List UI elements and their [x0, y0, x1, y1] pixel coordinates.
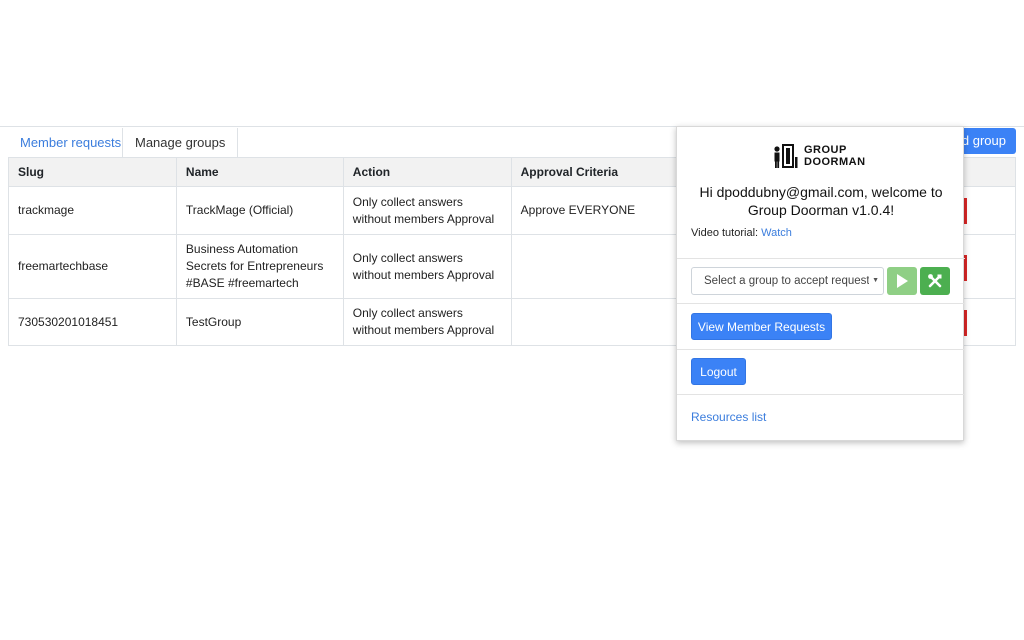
logout-button[interactable]: Logout: [691, 358, 746, 385]
settings-button[interactable]: [920, 267, 950, 295]
welcome-line-1: Hi dpoddubny@gmail.com, welcome to: [699, 184, 943, 200]
video-tutorial: Video tutorial: Watch: [691, 227, 792, 239]
group-select-placeholder: Select a group to accept requests: [704, 275, 876, 287]
divider: [677, 349, 965, 350]
page: Member requests Manage groups dd group S…: [0, 0, 1024, 640]
cell-slug: trackmage: [8, 186, 177, 235]
header-name: Name: [175, 157, 344, 187]
welcome-line-2: Group Doorman v1.0.4!: [747, 202, 895, 218]
group-doorman-logo: GROUP DOORMAN: [773, 143, 873, 169]
cell-action: Only collect answers without members App…: [342, 234, 512, 299]
header-slug: Slug: [8, 157, 177, 187]
play-icon: [897, 274, 908, 288]
cell-action: Only collect answers without members App…: [342, 298, 512, 346]
welcome-message: Hi dpoddubny@gmail.com, welcome to Group…: [677, 183, 965, 219]
header-action: Action: [342, 157, 512, 187]
cell-name: TestGroup: [175, 298, 344, 346]
door-person-icon: [774, 144, 798, 168]
logo-line-1: GROUP: [804, 144, 847, 156]
divider: [677, 394, 965, 395]
tab-manage-groups[interactable]: Manage groups: [122, 128, 239, 158]
cell-name: Business Automation Secrets for Entrepre…: [175, 234, 344, 299]
divider: [677, 303, 965, 304]
cell-slug: freemartechbase: [8, 234, 177, 299]
cell-slug: 730530201018451: [8, 298, 177, 346]
watch-link[interactable]: Watch: [761, 227, 792, 239]
start-button[interactable]: [887, 267, 917, 295]
logo-text: GROUP DOORMAN: [804, 144, 866, 168]
resources-list-link[interactable]: Resources list: [691, 410, 766, 424]
logo-line-2: DOORMAN: [804, 156, 866, 168]
group-select[interactable]: Select a group to accept requests ▼: [691, 267, 884, 295]
tab-member-requests[interactable]: Member requests: [8, 128, 133, 158]
divider: [677, 258, 965, 259]
tutorial-label: Video tutorial:: [691, 227, 759, 239]
caret-down-icon: ▼: [869, 268, 879, 294]
cell-name: TrackMage (Official): [175, 186, 344, 235]
extension-popup: GROUP DOORMAN Hi dpoddubny@gmail.com, we…: [676, 126, 965, 441]
tools-icon: [928, 274, 942, 288]
view-member-requests-button[interactable]: View Member Requests: [691, 313, 832, 340]
cell-action: Only collect answers without members App…: [342, 186, 512, 235]
